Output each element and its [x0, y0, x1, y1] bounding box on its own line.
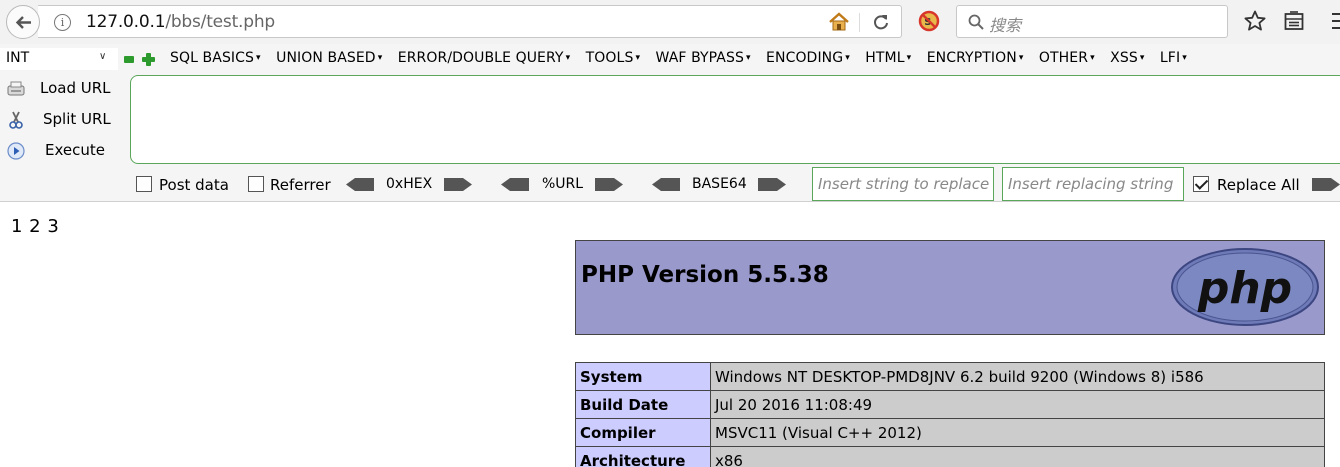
php-version-header: PHP Version 5.5.38 php	[575, 240, 1325, 335]
php-info-table: System Windows NT DESKTOP-PMD8JNV 6.2 bu…	[575, 362, 1325, 467]
chevron-down-icon: ∨	[99, 51, 107, 62]
base64-decode-arrow-icon[interactable]	[652, 178, 680, 191]
url-encode-arrow-icon[interactable]	[595, 178, 623, 191]
replacing-string-placeholder: Insert replacing string	[1008, 175, 1174, 193]
row-value: Jul 20 2016 11:08:49	[710, 390, 1325, 419]
replace-string-placeholder: Insert string to replace	[818, 175, 990, 193]
search-icon	[968, 14, 984, 30]
scissors-icon	[9, 111, 23, 129]
url-host: 127.0.0.1	[86, 12, 166, 32]
decrease-icon[interactable]	[124, 56, 134, 63]
php-logo-text: php	[1197, 263, 1292, 314]
reload-icon[interactable]	[872, 13, 890, 31]
menu-tools[interactable]: TOOLS	[586, 50, 640, 66]
execute-button[interactable]: Execute	[0, 138, 128, 166]
menu-xss[interactable]: XSS	[1110, 50, 1144, 66]
home-icon[interactable]	[828, 12, 850, 32]
url-path: /bbs/test.php	[165, 12, 276, 32]
base64-encode-arrow-icon[interactable]	[758, 178, 786, 191]
load-url-label: Load URL	[40, 79, 111, 97]
menu-sql-basics[interactable]: SQL BASICS	[170, 50, 261, 66]
address-bar[interactable]: i 127.0.0.1/bbs/test.php	[38, 5, 902, 38]
replace-arrow-icon[interactable]	[1312, 178, 1340, 191]
referrer-label: Referrer	[270, 176, 331, 194]
load-url-icon	[7, 81, 25, 96]
url-decode-arrow-icon[interactable]	[501, 178, 529, 191]
menu-html[interactable]: HTML	[865, 50, 911, 66]
page-output-text: 1 2 3	[11, 216, 60, 237]
menu-union-based[interactable]: UNION BASED	[276, 50, 382, 66]
play-icon	[7, 142, 25, 160]
search-placeholder: 搜索	[989, 16, 1022, 35]
back-button[interactable]	[6, 5, 40, 39]
menu-error-double-query[interactable]: ERROR/DOUBLE QUERY	[398, 50, 570, 66]
split-url-label: Split URL	[43, 110, 111, 128]
referrer-checkbox[interactable]	[248, 176, 264, 192]
replace-all-checkbox[interactable]	[1193, 176, 1209, 192]
table-row: Architecture x86	[575, 446, 1325, 467]
injection-type-value: INT	[6, 50, 30, 66]
row-value: MSVC11 (Visual C++ 2012)	[710, 418, 1325, 447]
url-textarea[interactable]	[130, 75, 1340, 164]
bookmark-star-icon[interactable]	[1244, 10, 1266, 32]
url-encode-label: %URL	[542, 176, 584, 192]
hackbar-menu-bar: SQL BASICS UNION BASED ERROR/DOUBLE QUER…	[170, 50, 1198, 70]
hex-decode-arrow-icon[interactable]	[346, 178, 374, 191]
noscript-icon[interactable]: S	[918, 10, 940, 32]
menu-lfi[interactable]: LFI	[1160, 50, 1187, 66]
search-box[interactable]: 搜索	[956, 5, 1228, 38]
increase-icon[interactable]	[142, 53, 155, 66]
hex-encode-arrow-icon[interactable]	[444, 178, 472, 191]
execute-label: Execute	[45, 141, 105, 159]
site-info-icon[interactable]: i	[54, 14, 71, 31]
replacing-string-input[interactable]: Insert replacing string	[1002, 167, 1184, 201]
back-arrow-icon	[15, 16, 31, 29]
replace-string-input[interactable]: Insert string to replace	[812, 167, 994, 201]
hackbar-panel: INT ∨ SQL BASICS UNION BASED ERROR/DOUBL…	[0, 44, 1340, 202]
load-url-button[interactable]: Load URL	[0, 76, 128, 104]
browser-toolbar: i 127.0.0.1/bbs/test.php S 搜索	[0, 0, 1340, 44]
hackbar-options-row: Post data Referrer 0xHEX %URL BASE64 Ins…	[0, 167, 1340, 201]
menu-encryption[interactable]: ENCRYPTION	[927, 50, 1024, 66]
injection-type-select[interactable]: INT ∨	[0, 48, 118, 70]
hex-label: 0xHEX	[386, 176, 433, 192]
overflow-menu-icon[interactable]	[1326, 9, 1340, 35]
php-logo-icon: php	[1171, 248, 1319, 326]
table-row: Compiler MSVC11 (Visual C++ 2012)	[575, 418, 1325, 447]
row-key: Architecture	[575, 446, 711, 467]
row-value: x86	[710, 446, 1325, 467]
address-divider	[859, 13, 860, 32]
base64-label: BASE64	[692, 176, 747, 192]
post-data-checkbox[interactable]	[136, 176, 152, 192]
table-row: System Windows NT DESKTOP-PMD8JNV 6.2 bu…	[575, 362, 1325, 391]
row-key: Build Date	[575, 390, 711, 419]
row-key: System	[575, 362, 711, 391]
split-url-button[interactable]: Split URL	[0, 107, 128, 135]
library-icon[interactable]	[1284, 11, 1304, 31]
post-data-label: Post data	[159, 176, 229, 194]
row-value: Windows NT DESKTOP-PMD8JNV 6.2 build 920…	[710, 362, 1325, 391]
menu-other[interactable]: OTHER	[1039, 50, 1095, 66]
address-text[interactable]: 127.0.0.1/bbs/test.php	[86, 12, 275, 32]
table-row: Build Date Jul 20 2016 11:08:49	[575, 390, 1325, 419]
menu-waf-bypass[interactable]: WAF BYPASS	[656, 50, 751, 66]
replace-all-label: Replace All	[1217, 176, 1300, 194]
menu-encoding[interactable]: ENCODING	[766, 50, 850, 66]
row-key: Compiler	[575, 418, 711, 447]
php-version-title: PHP Version 5.5.38	[581, 262, 829, 288]
